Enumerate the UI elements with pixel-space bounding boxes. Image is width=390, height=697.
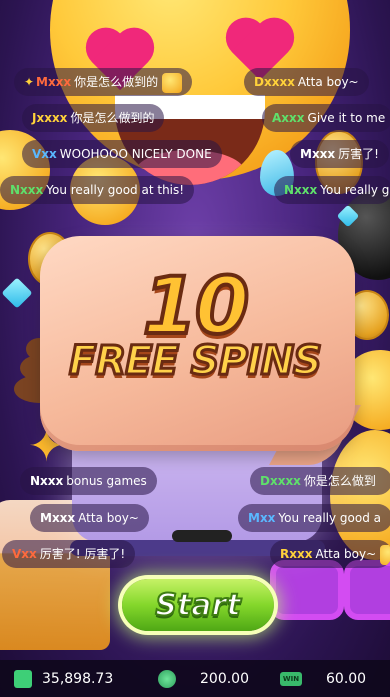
chat-message: Rxxx Atta boy~ bbox=[270, 540, 390, 568]
bet-display: 200.00 bbox=[150, 660, 276, 697]
sunglasses-decoration bbox=[270, 560, 390, 640]
chat-message: Vxx WOOHOOO NICELY DONE bbox=[22, 140, 222, 168]
chat-message: Dxxxx 你是怎么做到 bbox=[250, 467, 390, 495]
chat-message: Axxx Give it to me bbox=[262, 104, 390, 132]
free-spins-title: FREE SPINS bbox=[68, 337, 324, 386]
phone-speaker bbox=[172, 530, 232, 542]
chat-message: Nxxx You really good at this! bbox=[0, 176, 195, 204]
chat-message: Mxxx 厉害了! bbox=[290, 140, 389, 168]
win-value: 60.00 bbox=[326, 670, 367, 687]
wallet-icon bbox=[14, 669, 32, 688]
chat-message: Mxxx Atta boy~ bbox=[30, 504, 149, 532]
chat-message: Nxxx You really g bbox=[274, 176, 390, 204]
win-display: WIN 60.00 bbox=[276, 660, 390, 697]
chat-message: Dxxxx Atta boy~ bbox=[244, 68, 369, 96]
balance-value: 35,898.73 bbox=[42, 670, 114, 687]
avatar bbox=[380, 544, 390, 565]
chat-message: ✦ Mxxx 你是怎么做到的 bbox=[14, 68, 193, 96]
coin-stack-icon bbox=[158, 669, 176, 688]
sparkle-icon: ✦ bbox=[24, 75, 35, 89]
chat-message: Mxx You really good a bbox=[238, 504, 390, 532]
chat-message: Jxxxx 你是怎么做到的 bbox=[22, 104, 165, 132]
balance-display: 35,898.73 bbox=[0, 660, 150, 697]
start-button[interactable]: Start bbox=[122, 579, 274, 631]
bottom-status-bar: 35,898.73 200.00 WIN 60.00 bbox=[0, 660, 390, 697]
bet-value: 200.00 bbox=[200, 670, 249, 687]
avatar bbox=[162, 72, 183, 93]
game-screen: ✦ 10 FREE SPINS ✦ Mxxx 你是怎么做到的 Dxxxx Atta b… bbox=[0, 0, 390, 697]
win-icon: WIN bbox=[280, 671, 302, 686]
chat-message: Vxx 厉害了! 厉害了! bbox=[2, 540, 136, 568]
chat-message: Nxxx bonus games bbox=[20, 467, 157, 495]
